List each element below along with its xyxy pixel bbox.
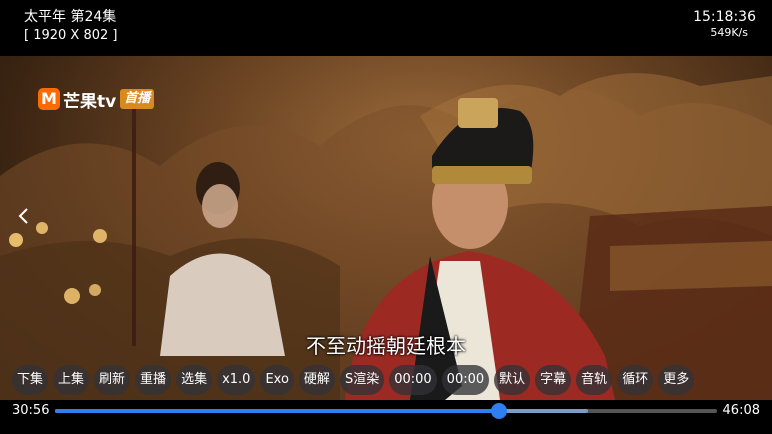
logo-text: 芒果tv	[63, 91, 117, 112]
seek-thumb[interactable]	[490, 403, 507, 419]
video-resolution: [ 1920 X 802 ]	[24, 28, 118, 43]
current-time: 30:56	[12, 403, 50, 418]
playback-speed-button[interactable]: x1.0	[217, 365, 256, 395]
back-arrow-icon[interactable]	[16, 206, 32, 226]
mango-logo-icon: M	[38, 88, 60, 110]
more-button[interactable]: 更多	[658, 365, 695, 395]
skip-outro-button[interactable]: 00:00	[441, 365, 490, 395]
loop-button[interactable]: 循环	[617, 365, 654, 395]
skip-intro-button[interactable]: 00:00	[389, 365, 437, 395]
total-time: 46:08	[722, 403, 760, 418]
control-button-bar: 下集 上集 刷新 重播 选集 x1.0 Exo 硬解 S渲染 00:00 00:…	[12, 365, 695, 395]
system-clock: 15:18:36	[693, 9, 756, 25]
video-title: 太平年 第24集	[24, 9, 117, 25]
mango-tv-logo: M 芒果tv 首播	[38, 86, 155, 112]
audio-track-button[interactable]: 音轨	[576, 365, 613, 395]
seek-bar[interactable]	[55, 403, 717, 419]
aspect-ratio-button[interactable]: 默认	[494, 365, 531, 395]
next-episode-button[interactable]: 下集	[12, 365, 49, 395]
top-bar: 太平年 第24集 [ 1920 X 802 ] 15:18:36 549K/s	[0, 0, 772, 56]
episode-select-button[interactable]: 选集	[176, 365, 213, 395]
network-speed: 549K/s	[710, 26, 748, 39]
subtitle-button[interactable]: 字幕	[535, 365, 572, 395]
played-bar	[55, 409, 499, 413]
decoder-button[interactable]: 硬解	[298, 365, 335, 395]
subtitle-text: 不至动摇朝廷根本	[306, 334, 466, 358]
player-engine-button[interactable]: Exo	[260, 365, 294, 395]
premiere-badge: 首播	[120, 89, 155, 109]
replay-button[interactable]: 重播	[135, 365, 172, 395]
render-mode-button[interactable]: S渲染	[339, 365, 385, 395]
refresh-button[interactable]: 刷新	[94, 365, 131, 395]
previous-episode-button[interactable]: 上集	[53, 365, 90, 395]
